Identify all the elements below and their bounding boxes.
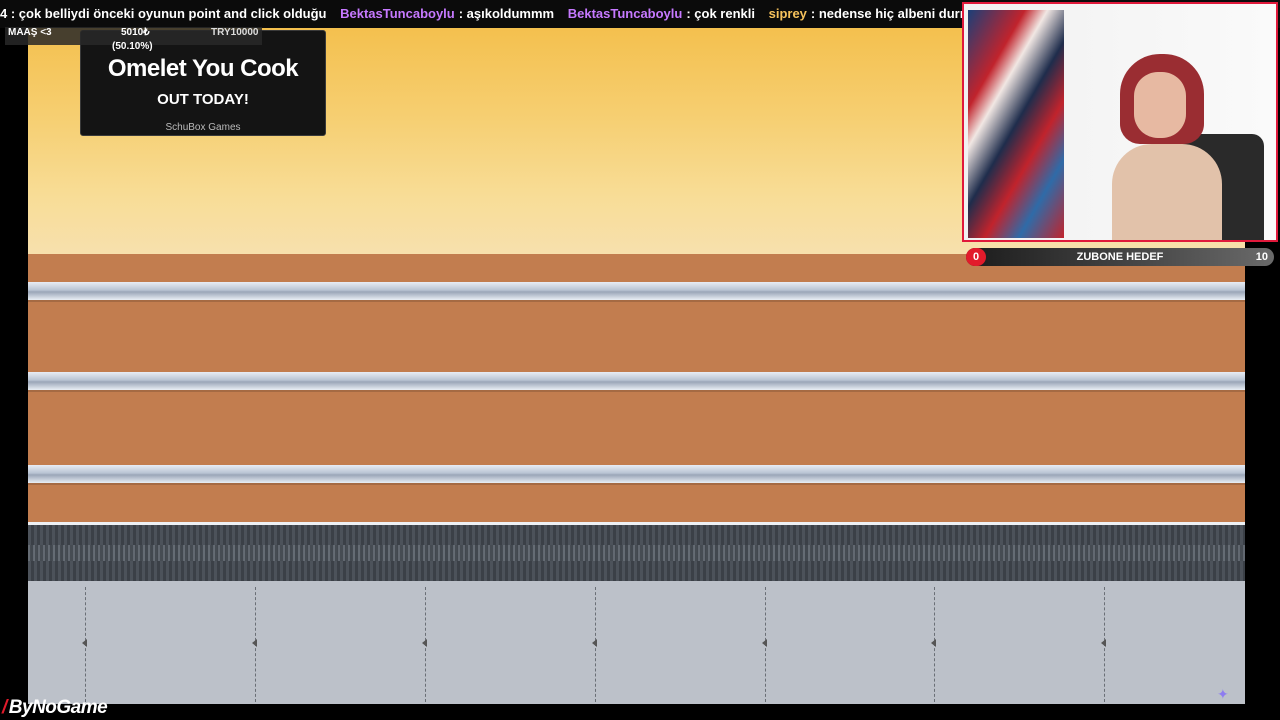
cabinet-door[interactable]: [931, 587, 936, 702]
kitchen-counter: [28, 525, 1245, 581]
cabinet-handle-icon: [931, 639, 936, 647]
logo-slash-icon: /: [2, 697, 7, 718]
sparkle-icon: ✦: [1217, 686, 1229, 702]
streamer-face: [1134, 72, 1186, 138]
cabinet-door[interactable]: [252, 587, 257, 702]
salary-overlay: MAAŞ <3 5010₺ (50.10%) TRY10000: [5, 27, 262, 52]
chat-username: siprey: [768, 6, 807, 21]
shelf-rail: [28, 372, 1245, 390]
logo-text: ByNoGame: [8, 697, 108, 718]
wall-art: [968, 10, 1064, 238]
cabinet-handle-icon: [252, 639, 257, 647]
sub-goal-bar: ZUBONE HEDEF 0 10: [966, 248, 1274, 266]
chat-message: BektasTuncaboylu: çok renkli: [568, 6, 755, 21]
streamer: [1112, 54, 1222, 240]
chat-message-text: 4 : çok belliydi önceki oyunun point and…: [0, 6, 327, 21]
sub-goal-label: ZUBONE HEDEF: [1076, 251, 1164, 263]
cabinet-handle-icon: [1101, 639, 1106, 647]
shelf-rail: [28, 282, 1245, 300]
cabinet-door[interactable]: [592, 587, 597, 702]
promo-title: Omelet You Cook: [107, 55, 299, 82]
chat-username: BektasTuncaboylu: [340, 6, 455, 21]
chat-username: BektasTuncaboylu: [567, 6, 683, 21]
shelf-rail: [28, 465, 1245, 483]
chat-message-text: : çok renkli: [686, 6, 755, 21]
salary-amount: 5010₺: [121, 27, 150, 38]
cabinet-handle-icon: [762, 639, 767, 647]
promo-subtitle: OUT TODAY!: [157, 91, 249, 108]
promo-studio: SchuBox Games: [165, 122, 241, 133]
channel-logo: / ByNoGame: [2, 697, 108, 719]
salary-label: MAAŞ <3: [8, 27, 52, 38]
webcam-overlay: [962, 2, 1278, 242]
cabinet-door[interactable]: [762, 587, 767, 702]
chat-message-text: : aşıkoldummm: [458, 6, 555, 21]
chat-message: 4 : çok belliydi önceki oyunun point and…: [0, 6, 326, 21]
sub-goal-end: 10: [1255, 251, 1268, 263]
chat-message: BektasTuncaboylu: aşıkoldummm: [340, 6, 554, 21]
cabinet-row: [28, 581, 1245, 704]
sub-goal-start: 0: [966, 248, 986, 266]
cabinet-door[interactable]: [422, 587, 427, 702]
streamer-torso: [1112, 144, 1222, 240]
salary-goal: TRY10000: [211, 27, 259, 38]
cabinet-door[interactable]: [82, 587, 87, 702]
cabinet-door[interactable]: [1101, 587, 1106, 702]
cabinet-handle-icon: [82, 639, 87, 647]
cabinet-handle-icon: [422, 639, 427, 647]
salary-percent: (50.10%): [112, 41, 153, 52]
cabinet-handle-icon: [592, 639, 597, 647]
